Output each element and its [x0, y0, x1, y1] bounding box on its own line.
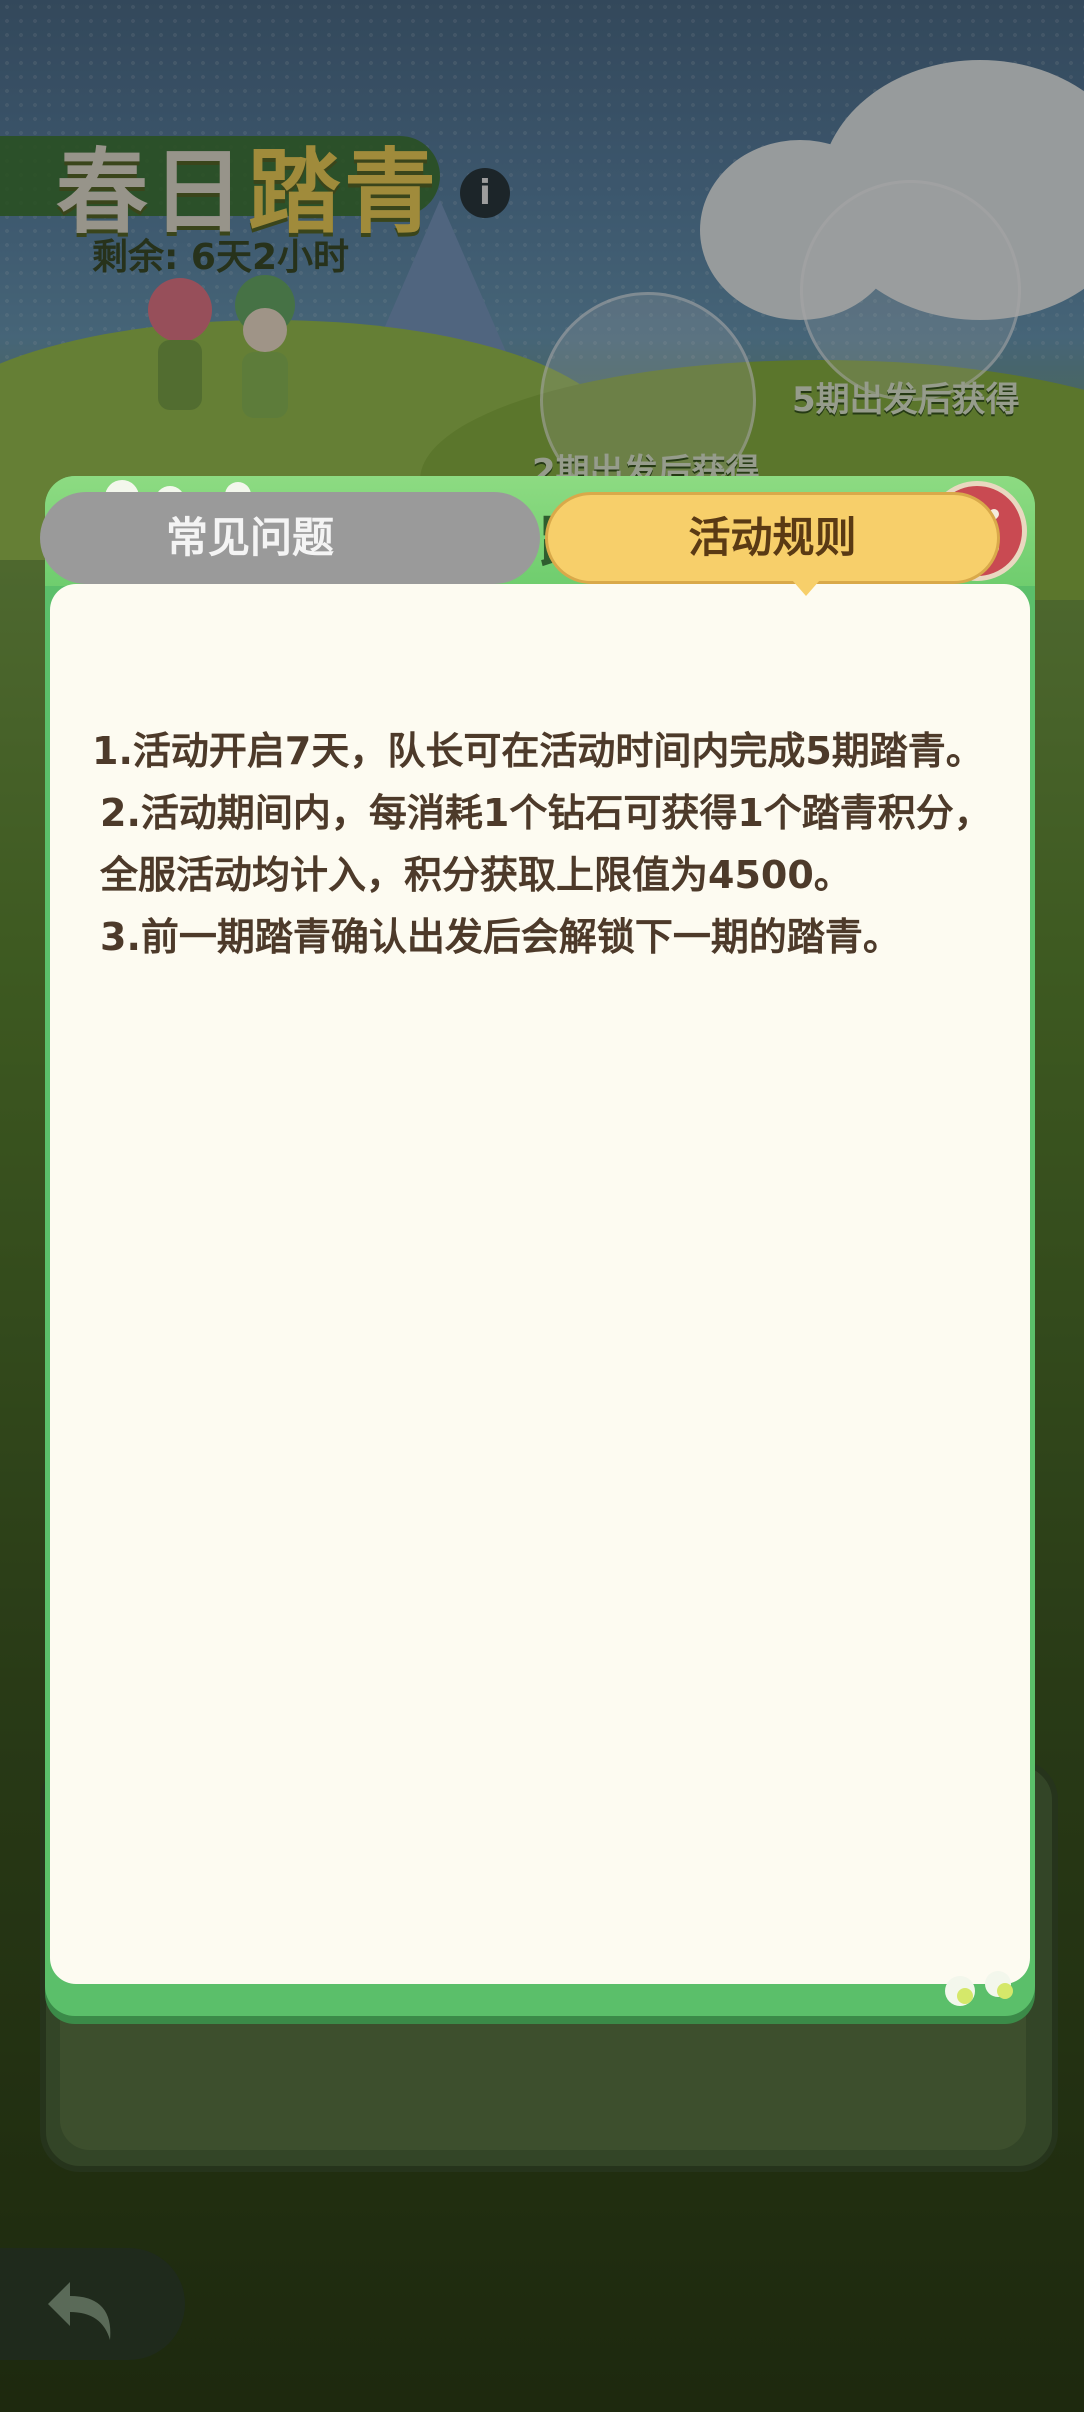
screen: 春日踏青 i 剩余: 6天2小时 5期出发后获得 2期出发后获得 春日踏青 常见…	[0, 0, 1084, 2412]
active-tab-pointer	[792, 580, 820, 596]
rule-item-2: 2.活动期间内，每消耗1个钻石可获得1个踏青积分，全服活动均计入，积分获取上限值…	[100, 791, 992, 897]
rule-item-3: 3.前一期踏青确认出发后会解锁下一期的踏青。	[100, 915, 901, 959]
rule-item-1: 1.活动开启7天，队长可在活动时间内完成5期踏青。	[92, 729, 984, 773]
flower-decoration	[945, 1976, 975, 2006]
tab-faq[interactable]: 常见问题	[40, 492, 540, 584]
tab-rules[interactable]: 活动规则	[545, 492, 1000, 584]
tab-bar: 常见问题 活动规则	[40, 492, 1005, 596]
flower-decoration	[985, 1971, 1013, 1999]
back-arrow-icon[interactable]	[40, 2262, 130, 2352]
rules-content: 1.活动开启7天，队长可在活动时间内完成5期踏青。 2.活动期间内，每消耗1个钻…	[92, 720, 1002, 968]
rules-modal: 春日踏青	[45, 476, 1035, 2016]
